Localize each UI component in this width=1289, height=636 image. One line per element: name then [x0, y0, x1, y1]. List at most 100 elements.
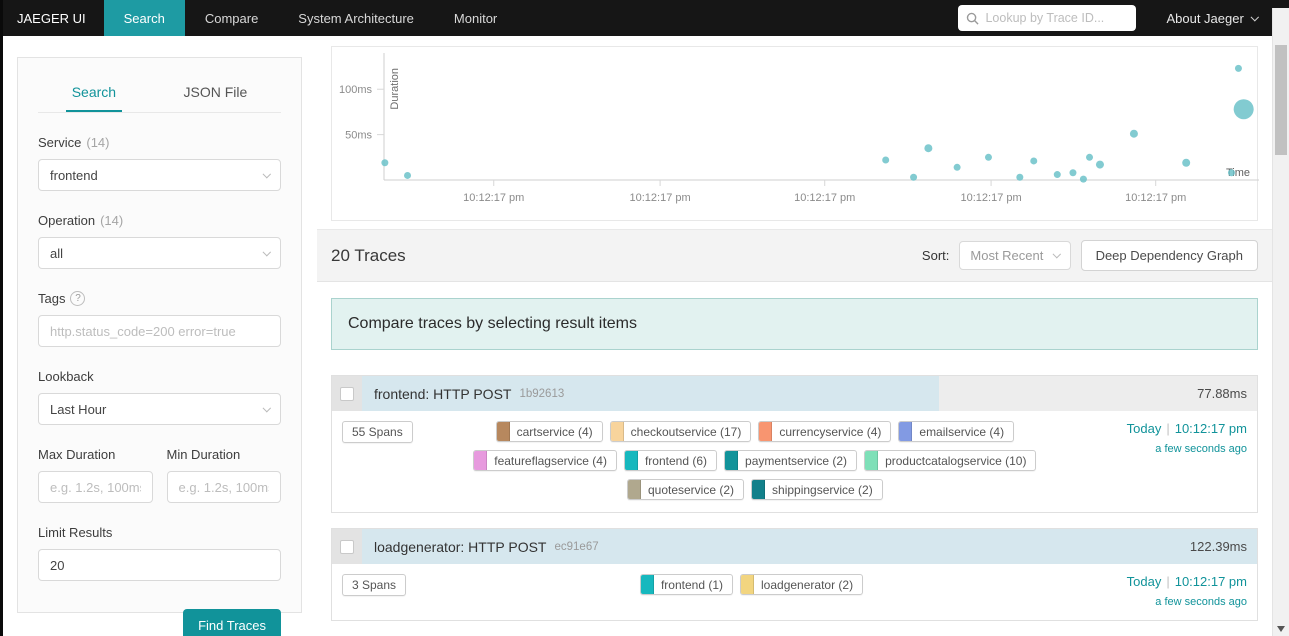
- y-axis-title: Duration: [389, 68, 401, 110]
- trace-scatter-point[interactable]: [1129, 129, 1138, 138]
- min-duration-field: Min Duration: [166, 447, 281, 503]
- limit-results-input[interactable]: [38, 549, 281, 581]
- service-color-chip: [610, 422, 624, 441]
- trace-timestamp: Today | 10:12:17 pm a few seconds ago: [1097, 574, 1247, 608]
- trace-scatter-point[interactable]: [924, 144, 933, 153]
- trace-lookup-box[interactable]: [958, 5, 1137, 31]
- service-tag[interactable]: quoteservice (2): [626, 479, 745, 500]
- trace-time[interactable]: 10:12:17 pm: [1175, 421, 1247, 436]
- service-tag[interactable]: loadgenerator (2): [740, 574, 864, 595]
- service-color-chip: [624, 451, 638, 470]
- service-tag[interactable]: currencyservice (4): [758, 421, 892, 442]
- help-icon[interactable]: ?: [70, 291, 86, 306]
- service-tag-label: paymentservice (2): [745, 453, 848, 468]
- nav-item-system-architecture[interactable]: System Architecture: [278, 0, 434, 36]
- trace-count: 20 Traces: [331, 245, 406, 265]
- nav-item-compare[interactable]: Compare: [185, 0, 278, 36]
- service-tag[interactable]: shippingservice (2): [751, 479, 883, 500]
- trace-scatter-point[interactable]: [953, 163, 961, 171]
- chevron-down-icon: [262, 247, 271, 257]
- scrollbar-thumb[interactable]: [1275, 45, 1287, 155]
- lookback-label: Lookback: [38, 369, 94, 384]
- service-color-chip: [865, 451, 879, 470]
- trace-scatter-point[interactable]: [1016, 173, 1024, 181]
- search-icon: [967, 12, 980, 25]
- trace-scatter-point[interactable]: [1030, 157, 1038, 165]
- x-tick-label: 10:12:17 pm: [630, 192, 691, 204]
- min-duration-input[interactable]: [166, 471, 281, 503]
- trace-duration: 77.88ms: [1197, 386, 1247, 401]
- nav-right: About Jaeger: [958, 0, 1289, 36]
- trace-lookup-input[interactable]: [985, 11, 1129, 25]
- trace-scatter-point[interactable]: [1069, 169, 1077, 177]
- operation-select[interactable]: all: [38, 237, 281, 269]
- max-duration-field: Max Duration: [38, 447, 153, 503]
- service-tag[interactable]: frontend (6): [623, 450, 718, 471]
- trace-scatter-point[interactable]: [1095, 160, 1104, 169]
- tab-json-file[interactable]: JSON File: [177, 72, 253, 112]
- trace-result-row[interactable]: loadgenerator: HTTP POST ec91e67 122.39ms 3…: [331, 528, 1258, 621]
- sort-select[interactable]: Most Recent: [959, 241, 1071, 270]
- trace-scatter-point[interactable]: [1234, 64, 1242, 72]
- trace-compare-checkbox[interactable]: [340, 386, 354, 401]
- service-color-chip: [759, 422, 773, 441]
- service-color-chip: [725, 451, 739, 470]
- service-tag-label: checkoutservice (17): [630, 424, 742, 439]
- trace-date[interactable]: Today: [1127, 574, 1162, 589]
- service-tag[interactable]: checkoutservice (17): [609, 421, 752, 442]
- tags-input[interactable]: [38, 315, 281, 347]
- service-select[interactable]: frontend: [38, 159, 281, 191]
- service-color-chip: [496, 422, 510, 441]
- trace-row-header[interactable]: loadgenerator: HTTP POST ec91e67 122.39ms: [332, 529, 1257, 564]
- y-tick-label: 50ms: [345, 130, 372, 142]
- about-jaeger-menu[interactable]: About Jaeger: [1166, 11, 1259, 26]
- trace-scatter-point[interactable]: [1086, 153, 1094, 161]
- sort-select-value: Most Recent: [970, 248, 1044, 263]
- trace-scatter-point[interactable]: [1233, 99, 1254, 120]
- timestamp-separator: |: [1166, 574, 1170, 589]
- max-duration-input[interactable]: [38, 471, 153, 503]
- operation-select-value: all: [50, 245, 64, 261]
- service-tag[interactable]: cartservice (4): [495, 421, 603, 442]
- search-sidebar: Search JSON File Service (14) frontend O…: [17, 57, 302, 636]
- duration-scatterplot[interactable]: 50ms 100ms 10:12:17 pm 10:12:17 pm 10:12:17 …: [332, 47, 1262, 222]
- trace-row-header[interactable]: frontend: HTTP POST 1b92613 77.88ms: [332, 376, 1257, 411]
- trace-scatter-point[interactable]: [910, 173, 918, 181]
- page-scrollbar[interactable]: [1272, 8, 1289, 636]
- trace-scatter-point[interactable]: [1079, 175, 1087, 183]
- max-duration-label: Max Duration: [38, 447, 116, 462]
- trace-scatter-point[interactable]: [1182, 158, 1191, 167]
- service-label: Service (14): [38, 135, 110, 150]
- trace-title: frontend: HTTP POST: [374, 385, 512, 402]
- deep-dependency-graph-button[interactable]: Deep Dependency Graph: [1080, 240, 1258, 271]
- find-traces-button[interactable]: Find Traces: [183, 609, 281, 636]
- service-tag-label: quoteservice (2): [647, 482, 735, 497]
- service-tag[interactable]: productcatalogservice (10): [864, 450, 1037, 471]
- trace-duration: 122.39ms: [1189, 539, 1247, 554]
- trace-scatter-point[interactable]: [381, 159, 389, 167]
- span-count-pill: 55 Spans: [342, 421, 413, 443]
- service-tag[interactable]: emailservice (4): [898, 421, 1015, 442]
- service-tag[interactable]: featureflagservice (4): [473, 450, 617, 471]
- trace-scatter-point[interactable]: [882, 156, 890, 164]
- trace-scatter-point[interactable]: [1053, 171, 1061, 179]
- service-tag[interactable]: paymentservice (2): [724, 450, 858, 471]
- lookback-select[interactable]: Last Hour: [38, 393, 281, 425]
- trace-compare-checkbox[interactable]: [340, 539, 354, 554]
- trace-id: ec91e67: [554, 540, 599, 553]
- trace-scatter-point[interactable]: [1227, 169, 1235, 177]
- service-tag[interactable]: frontend (1): [639, 574, 734, 595]
- trace-scatter-point[interactable]: [984, 153, 992, 161]
- trace-time[interactable]: 10:12:17 pm: [1175, 574, 1247, 589]
- service-color-chip: [899, 422, 913, 441]
- service-tag-label: frontend (6): [644, 453, 708, 468]
- trace-date[interactable]: Today: [1127, 421, 1162, 436]
- app-brand[interactable]: JAEGER UI: [3, 0, 104, 36]
- trace-scatter-point[interactable]: [404, 171, 412, 179]
- tab-search[interactable]: Search: [65, 72, 123, 112]
- nav-item-search[interactable]: Search: [103, 0, 185, 36]
- nav-item-monitor[interactable]: Monitor: [434, 0, 517, 36]
- scrollbar-down-arrow-icon[interactable]: [1277, 626, 1285, 632]
- trace-result-row[interactable]: frontend: HTTP POST 1b92613 77.88ms 55 Span…: [331, 375, 1258, 513]
- service-color-chip: [640, 575, 654, 594]
